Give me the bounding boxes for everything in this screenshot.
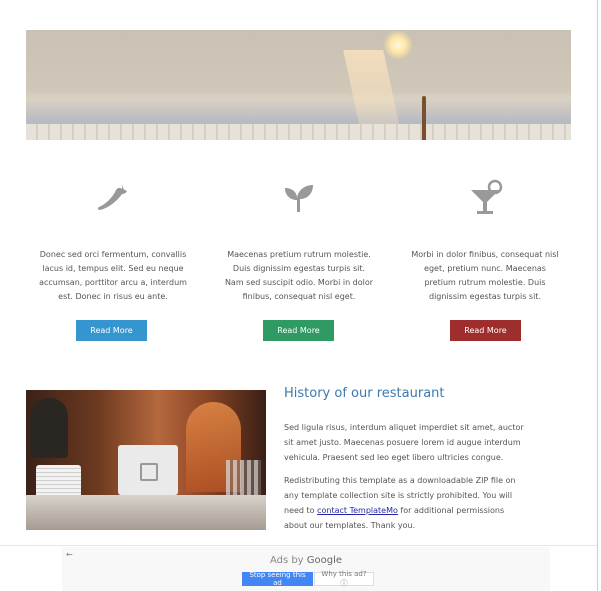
cocktail-glass-icon — [471, 179, 503, 214]
chef-figure — [30, 398, 68, 458]
sprout-leaf-icon — [285, 185, 313, 212]
ads-by-google-label: Ads by Google — [269, 555, 343, 566]
feature-column-1: Donec sed orci fermentum, convallis lacu… — [38, 178, 188, 304]
ceiling-lamp — [383, 30, 413, 60]
contact-templatemo-link[interactable]: contact TemplateMo — [317, 506, 398, 515]
stop-seeing-ad-button[interactable]: Stop seeing this ad — [242, 571, 313, 587]
register-terminal — [118, 445, 178, 495]
history-title: History of our restaurant — [284, 386, 445, 401]
why-this-ad-button[interactable]: Why this ad? ⓘ — [314, 570, 374, 587]
feature-column-3: Morbi in dolor finibus, consequat nisl e… — [410, 178, 560, 304]
ad-banner: ← Ads by Google Stop seeing this ad Why … — [62, 547, 550, 591]
feature-text: Maecenas pretium rutrum molestie. Duis d… — [224, 250, 374, 301]
chili-pepper-icon — [97, 185, 127, 210]
rope — [422, 96, 426, 140]
page-edge-line — [597, 0, 598, 591]
read-more-button-2[interactable]: Read More — [263, 320, 334, 341]
history-paragraph-1: Sed ligula risus, interdum aliquet imper… — [284, 423, 524, 462]
read-more-button-1[interactable]: Read More — [76, 320, 147, 341]
read-more-button-3[interactable]: Read More — [450, 320, 521, 341]
history-paragraph-2: Redistributing this template as a downlo… — [284, 476, 516, 530]
feature-text: Donec sed orci fermentum, convallis lacu… — [39, 250, 187, 301]
restaurant-photo — [26, 390, 266, 530]
hero-image — [26, 30, 571, 140]
feature-column-2: Maecenas pretium rutrum molestie. Duis d… — [224, 178, 374, 304]
ceiling-molding — [26, 124, 571, 140]
feature-text: Morbi in dolor finibus, consequat nisl e… — [411, 250, 559, 301]
